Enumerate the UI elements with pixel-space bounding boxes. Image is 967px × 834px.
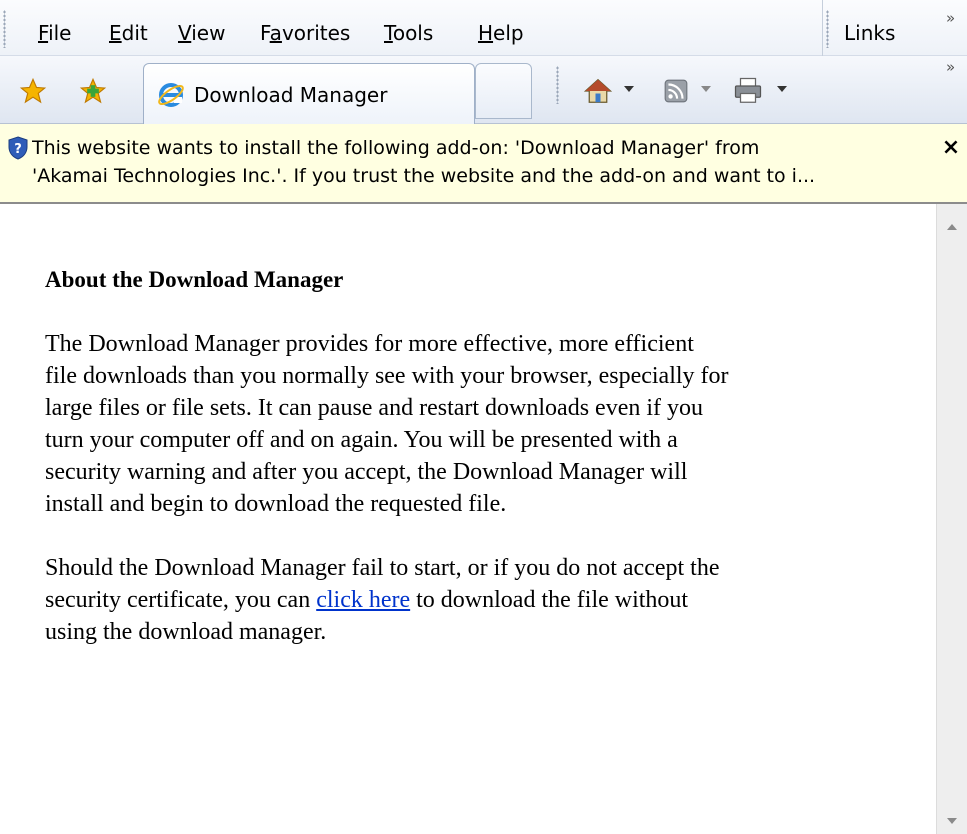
menu-view-accel: V: [178, 21, 192, 45]
description-line: install and begin to download the reques…: [45, 491, 507, 517]
menu-tools-label: ools: [392, 21, 434, 45]
rss-feed-icon[interactable]: [661, 76, 691, 106]
feeds-dropdown-arrow-icon[interactable]: [701, 86, 711, 92]
home-dropdown-arrow-icon[interactable]: [624, 86, 634, 92]
menu-help[interactable]: Help: [478, 21, 524, 45]
print-icon[interactable]: [733, 76, 763, 106]
information-bar-line-1: This website wants to install the follow…: [32, 137, 760, 159]
menu-favorites[interactable]: Favorites: [260, 21, 350, 45]
internet-explorer-icon: [156, 80, 186, 110]
menu-tools-accel: T: [384, 21, 393, 45]
scroll-down-arrow-icon[interactable]: [947, 818, 957, 824]
fallback-line-with-link: security certificate, you can click here…: [45, 584, 905, 616]
menu-favorites-pre: F: [260, 21, 270, 45]
description-line: security warning and after you accept, t…: [45, 459, 688, 485]
security-shield-icon: ?: [7, 136, 29, 160]
add-favorites-icon[interactable]: [78, 76, 108, 106]
page-content: About the Download Manager The Download …: [0, 204, 936, 834]
favorites-star-icon[interactable]: [18, 76, 48, 106]
page-title: About the Download Manager: [45, 267, 344, 292]
links-button[interactable]: Links: [844, 21, 895, 45]
menu-edit-accel: E: [109, 21, 122, 45]
new-tab-button[interactable]: [475, 63, 532, 119]
click-here-link[interactable]: click here: [316, 587, 410, 613]
menu-bar: File Edit View Favorites Tools Help Link…: [0, 0, 967, 56]
description-line: large files or file sets. It can pause a…: [45, 395, 704, 421]
svg-text:?: ?: [14, 142, 22, 157]
command-bar-grip[interactable]: [556, 66, 559, 104]
description-line: file downloads than you normally see wit…: [45, 363, 729, 389]
menu-edit-label: dit: [121, 21, 148, 45]
menu-file-accel: F: [38, 21, 49, 45]
fallback-paragraph: Should the Download Manager fail to star…: [45, 552, 905, 648]
vertical-scrollbar[interactable]: [936, 204, 967, 834]
tab-title: Download Manager: [194, 83, 388, 107]
menu-edit[interactable]: Edit: [109, 21, 148, 45]
home-icon[interactable]: [583, 76, 613, 106]
scroll-up-arrow-icon[interactable]: [947, 224, 957, 230]
menu-help-accel: H: [478, 21, 494, 45]
description-paragraph: The Download Manager provides for more e…: [45, 328, 905, 520]
menu-file[interactable]: File: [38, 21, 71, 45]
page-body: About the Download Manager The Download …: [45, 264, 905, 680]
information-bar-line-2: 'Akamai Technologies Inc.'. If you trust…: [32, 165, 816, 187]
fallback-text-before-link: security certificate, you can: [45, 587, 317, 613]
fallback-text-after-link: to download the file without: [410, 587, 689, 613]
print-dropdown-arrow-icon[interactable]: [777, 86, 787, 92]
information-bar-message: This website wants to install the follow…: [32, 134, 932, 190]
links-overflow-chevron-icon[interactable]: »: [946, 9, 955, 27]
menu-view[interactable]: View: [178, 21, 225, 45]
close-icon[interactable]: ×: [940, 136, 962, 160]
fallback-line: using the download manager.: [45, 619, 327, 645]
menu-file-label: ile: [48, 21, 72, 45]
menu-view-label: iew: [191, 21, 226, 45]
fallback-line: Should the Download Manager fail to star…: [45, 555, 720, 581]
menu-favorites-accel: a: [269, 21, 282, 45]
tab-download-manager[interactable]: Download Manager: [143, 63, 475, 125]
description-line: turn your computer off and on again. You…: [45, 427, 678, 453]
tab-toolbar: Download Manager »: [0, 56, 967, 125]
menu-favorites-label: vorites: [281, 21, 351, 45]
toolbar-overflow-chevron-icon[interactable]: »: [946, 58, 955, 76]
menu-help-label: elp: [493, 21, 524, 45]
menu-tools[interactable]: Tools: [384, 21, 433, 45]
description-line: The Download Manager provides for more e…: [45, 331, 694, 357]
information-bar[interactable]: ? This website wants to install the foll…: [0, 124, 967, 204]
menu-bar-grip[interactable]: [3, 10, 6, 48]
links-grip[interactable]: [826, 10, 829, 48]
